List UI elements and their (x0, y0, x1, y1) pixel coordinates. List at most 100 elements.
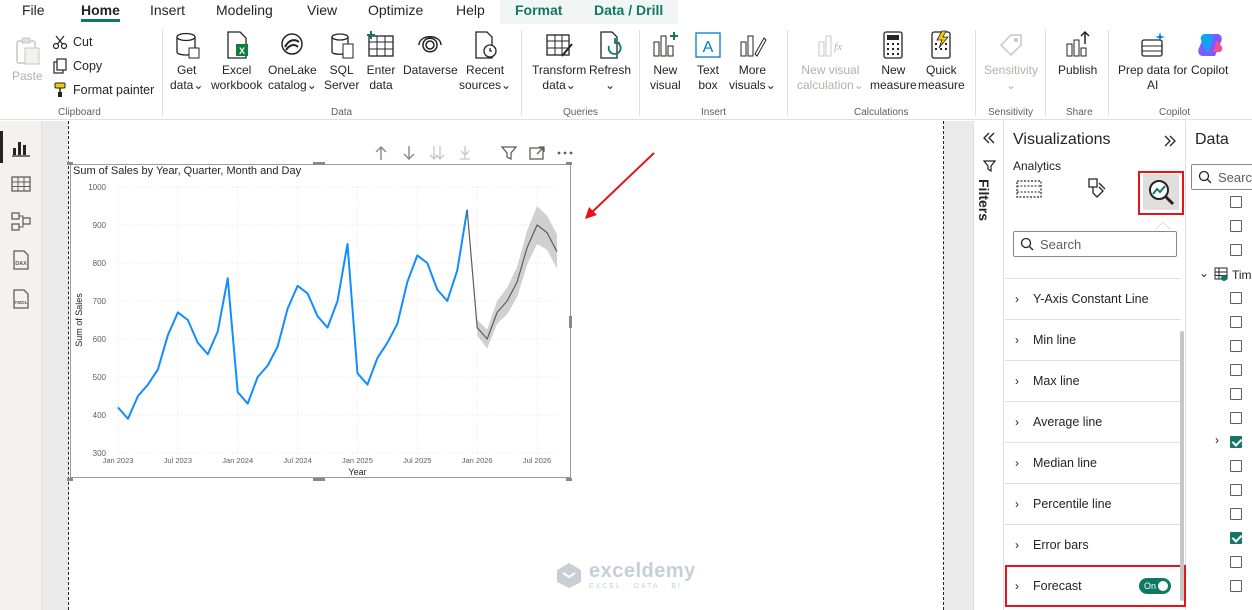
menu-file[interactable]: File (22, 2, 45, 18)
line-chart-visual[interactable]: Sum of Sales by Year, Quarter, Month and… (70, 164, 571, 478)
sql-server-button[interactable]: SQL Server (324, 30, 359, 93)
new-visual-calculation-button[interactable]: fx New visual calculation⌄ (797, 30, 864, 93)
expand-next-level-icon[interactable] (456, 144, 474, 162)
dax-query-view-icon[interactable]: DAX (10, 249, 32, 271)
data-search-input[interactable]: Search (1191, 164, 1252, 190)
field-checkbox[interactable] (1230, 316, 1242, 328)
tmdl-view-icon[interactable]: TMDL (10, 288, 32, 310)
fx-icon: fx (818, 35, 842, 57)
filters-pane[interactable]: Filters (973, 121, 1004, 610)
cut-button[interactable]: Cut (52, 34, 92, 50)
resize-handle[interactable] (67, 478, 73, 481)
menu-view[interactable]: View (307, 2, 337, 18)
cut-label: Cut (73, 35, 93, 49)
focus-mode-icon[interactable] (528, 144, 546, 162)
resize-handle[interactable] (67, 162, 73, 165)
field-checkbox[interactable] (1230, 412, 1242, 424)
field-checkbox[interactable] (1230, 292, 1242, 304)
recent-sources-button[interactable]: Recent sources⌄ (459, 30, 511, 93)
format-painter-button[interactable]: Format painter (52, 82, 154, 98)
excel-workbook-button[interactable]: X Excel workbook (211, 30, 262, 93)
menu-help[interactable]: Help (456, 2, 485, 18)
field-checkbox[interactable] (1230, 244, 1242, 256)
menu-insert[interactable]: Insert (150, 2, 185, 18)
field-checkbox[interactable] (1230, 364, 1242, 376)
copilot-button[interactable]: Copilot (1191, 30, 1228, 78)
copy-button[interactable]: Copy (52, 58, 102, 74)
visualizations-scrollbar[interactable] (1180, 331, 1184, 601)
new-visual-button[interactable]: New visual (650, 30, 681, 93)
menu-home[interactable]: Home (81, 2, 120, 22)
sensitivity-button[interactable]: Sensitivity ⌄ (984, 30, 1038, 93)
svg-text:X: X (239, 46, 245, 56)
database-icon (176, 32, 200, 59)
resize-handle[interactable] (313, 162, 325, 165)
report-view-icon[interactable] (10, 136, 32, 158)
refresh-button[interactable]: Refresh ⌄ (589, 30, 631, 93)
double-chevron-right-icon[interactable] (1163, 134, 1177, 148)
field-checkbox[interactable] (1230, 484, 1242, 496)
field-checkbox[interactable] (1230, 340, 1242, 352)
accordion-error-bars[interactable]: › Error bars (1005, 524, 1181, 565)
x-tick-label: Jan 2025 (342, 456, 373, 465)
accordion-median-line[interactable]: › Median line (1005, 442, 1181, 483)
field-checkbox[interactable] (1230, 460, 1242, 472)
field-checkbox[interactable] (1230, 508, 1242, 520)
prep-data-for-ai-button[interactable]: Prep data for AI (1118, 30, 1187, 93)
menu-modeling[interactable]: Modeling (216, 2, 273, 18)
new-measure-button[interactable]: New measure (870, 30, 917, 93)
resize-handle[interactable] (313, 478, 325, 481)
menu-optimize[interactable]: Optimize (368, 2, 423, 18)
more-visuals-button[interactable]: More visuals⌄ (729, 30, 776, 93)
annotation-arrow (585, 152, 655, 219)
more-options-icon[interactable] (556, 144, 574, 162)
drill-down-icon[interactable] (400, 144, 418, 162)
y-axis-title: Sum of Sales (74, 293, 84, 347)
double-chevron-left-icon[interactable] (982, 131, 996, 145)
analytics-tab-icon[interactable] (1143, 174, 1179, 210)
model-view-icon[interactable] (10, 210, 32, 232)
format-visual-tab-icon[interactable] (1077, 171, 1113, 207)
paste-button[interactable]: Paste (12, 36, 43, 84)
field-checkbox-checked[interactable] (1230, 532, 1242, 544)
chevron-right-icon[interactable]: › (1215, 433, 1219, 447)
text-box-button[interactable]: A Text box (693, 30, 723, 93)
filter-icon[interactable] (500, 144, 518, 162)
chevron-down-icon[interactable]: ⌄ (1199, 266, 1209, 280)
go-to-next-level-icon[interactable] (428, 144, 446, 162)
onelake-catalog-button[interactable]: OneLake catalog⌄ (268, 30, 317, 93)
accordion-average-line[interactable]: › Average line (1005, 401, 1181, 442)
filters-label: Filters (976, 179, 992, 222)
forecast-confidence-band (477, 206, 557, 349)
table-view-icon[interactable] (10, 173, 32, 195)
menu-data-drill[interactable]: Data / Drill (594, 2, 663, 18)
field-checkbox[interactable] (1230, 580, 1242, 592)
accordion-y-axis-constant-line[interactable]: › Y-Axis Constant Line (1005, 278, 1181, 319)
drill-up-icon[interactable] (372, 144, 390, 162)
transform-data-button[interactable]: Transform data⌄ (532, 30, 586, 93)
publish-icon (1066, 30, 1090, 57)
field-checkbox[interactable] (1230, 220, 1242, 232)
dataverse-button[interactable]: Dataverse (403, 30, 458, 78)
resize-handle[interactable] (569, 316, 572, 328)
chevron-right-icon: › (1015, 292, 1019, 306)
accordion-min-line[interactable]: › Min line (1005, 319, 1181, 360)
build-visual-tab-icon[interactable] (1011, 171, 1047, 207)
field-checkbox[interactable] (1230, 556, 1242, 568)
quick-measure-button[interactable]: Quick measure (918, 30, 965, 93)
menu-format[interactable]: Format (515, 2, 562, 18)
visualizations-search-input[interactable]: Search (1013, 231, 1177, 257)
table-name-label[interactable]: Tim (1232, 268, 1252, 282)
sql-line2: Server (324, 78, 360, 92)
publish-button[interactable]: Publish (1058, 30, 1097, 78)
get-data-button[interactable]: Get data⌄ (170, 30, 203, 93)
accordion-percentile-line[interactable]: › Percentile line (1005, 483, 1181, 524)
field-checkbox[interactable] (1230, 196, 1242, 208)
field-checkbox-checked[interactable] (1230, 436, 1242, 448)
resize-handle[interactable] (566, 162, 572, 165)
accordion-max-line[interactable]: › Max line (1005, 360, 1181, 401)
field-checkbox[interactable] (1230, 388, 1242, 400)
resize-handle[interactable] (566, 478, 572, 481)
enter-data-button[interactable]: Enter data (366, 30, 396, 93)
